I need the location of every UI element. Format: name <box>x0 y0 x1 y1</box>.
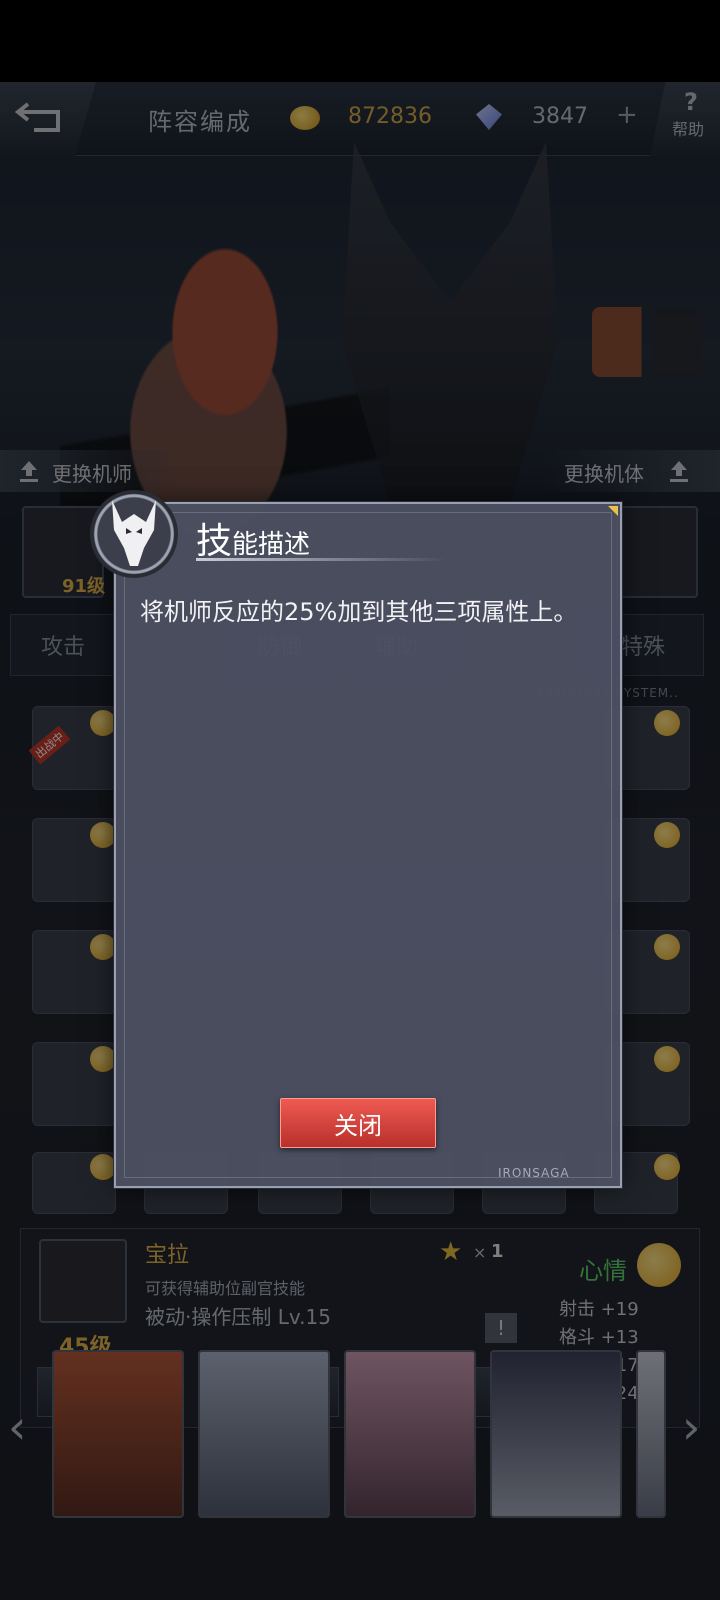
dialog-title-big: 技 <box>196 521 233 562</box>
dialog-title-rest: 能描述 <box>232 530 311 560</box>
mech-emblem-icon <box>90 490 178 578</box>
status-bar <box>0 0 720 82</box>
skill-description-dialog: 技能描述 将机师反应的25%加到其他三项属性上。 关闭 IRONSAGA <box>90 490 622 1188</box>
skill-description-text: 将机师反应的25%加到其他三项属性上。 <box>140 598 578 626</box>
ironsaga-watermark: IRONSAGA <box>498 1166 570 1180</box>
title-underline <box>196 558 446 561</box>
dialog-header: 技能描述 <box>90 490 620 578</box>
dialog-title: 技能描述 <box>196 512 310 564</box>
close-button[interactable]: 关闭 <box>280 1098 436 1148</box>
